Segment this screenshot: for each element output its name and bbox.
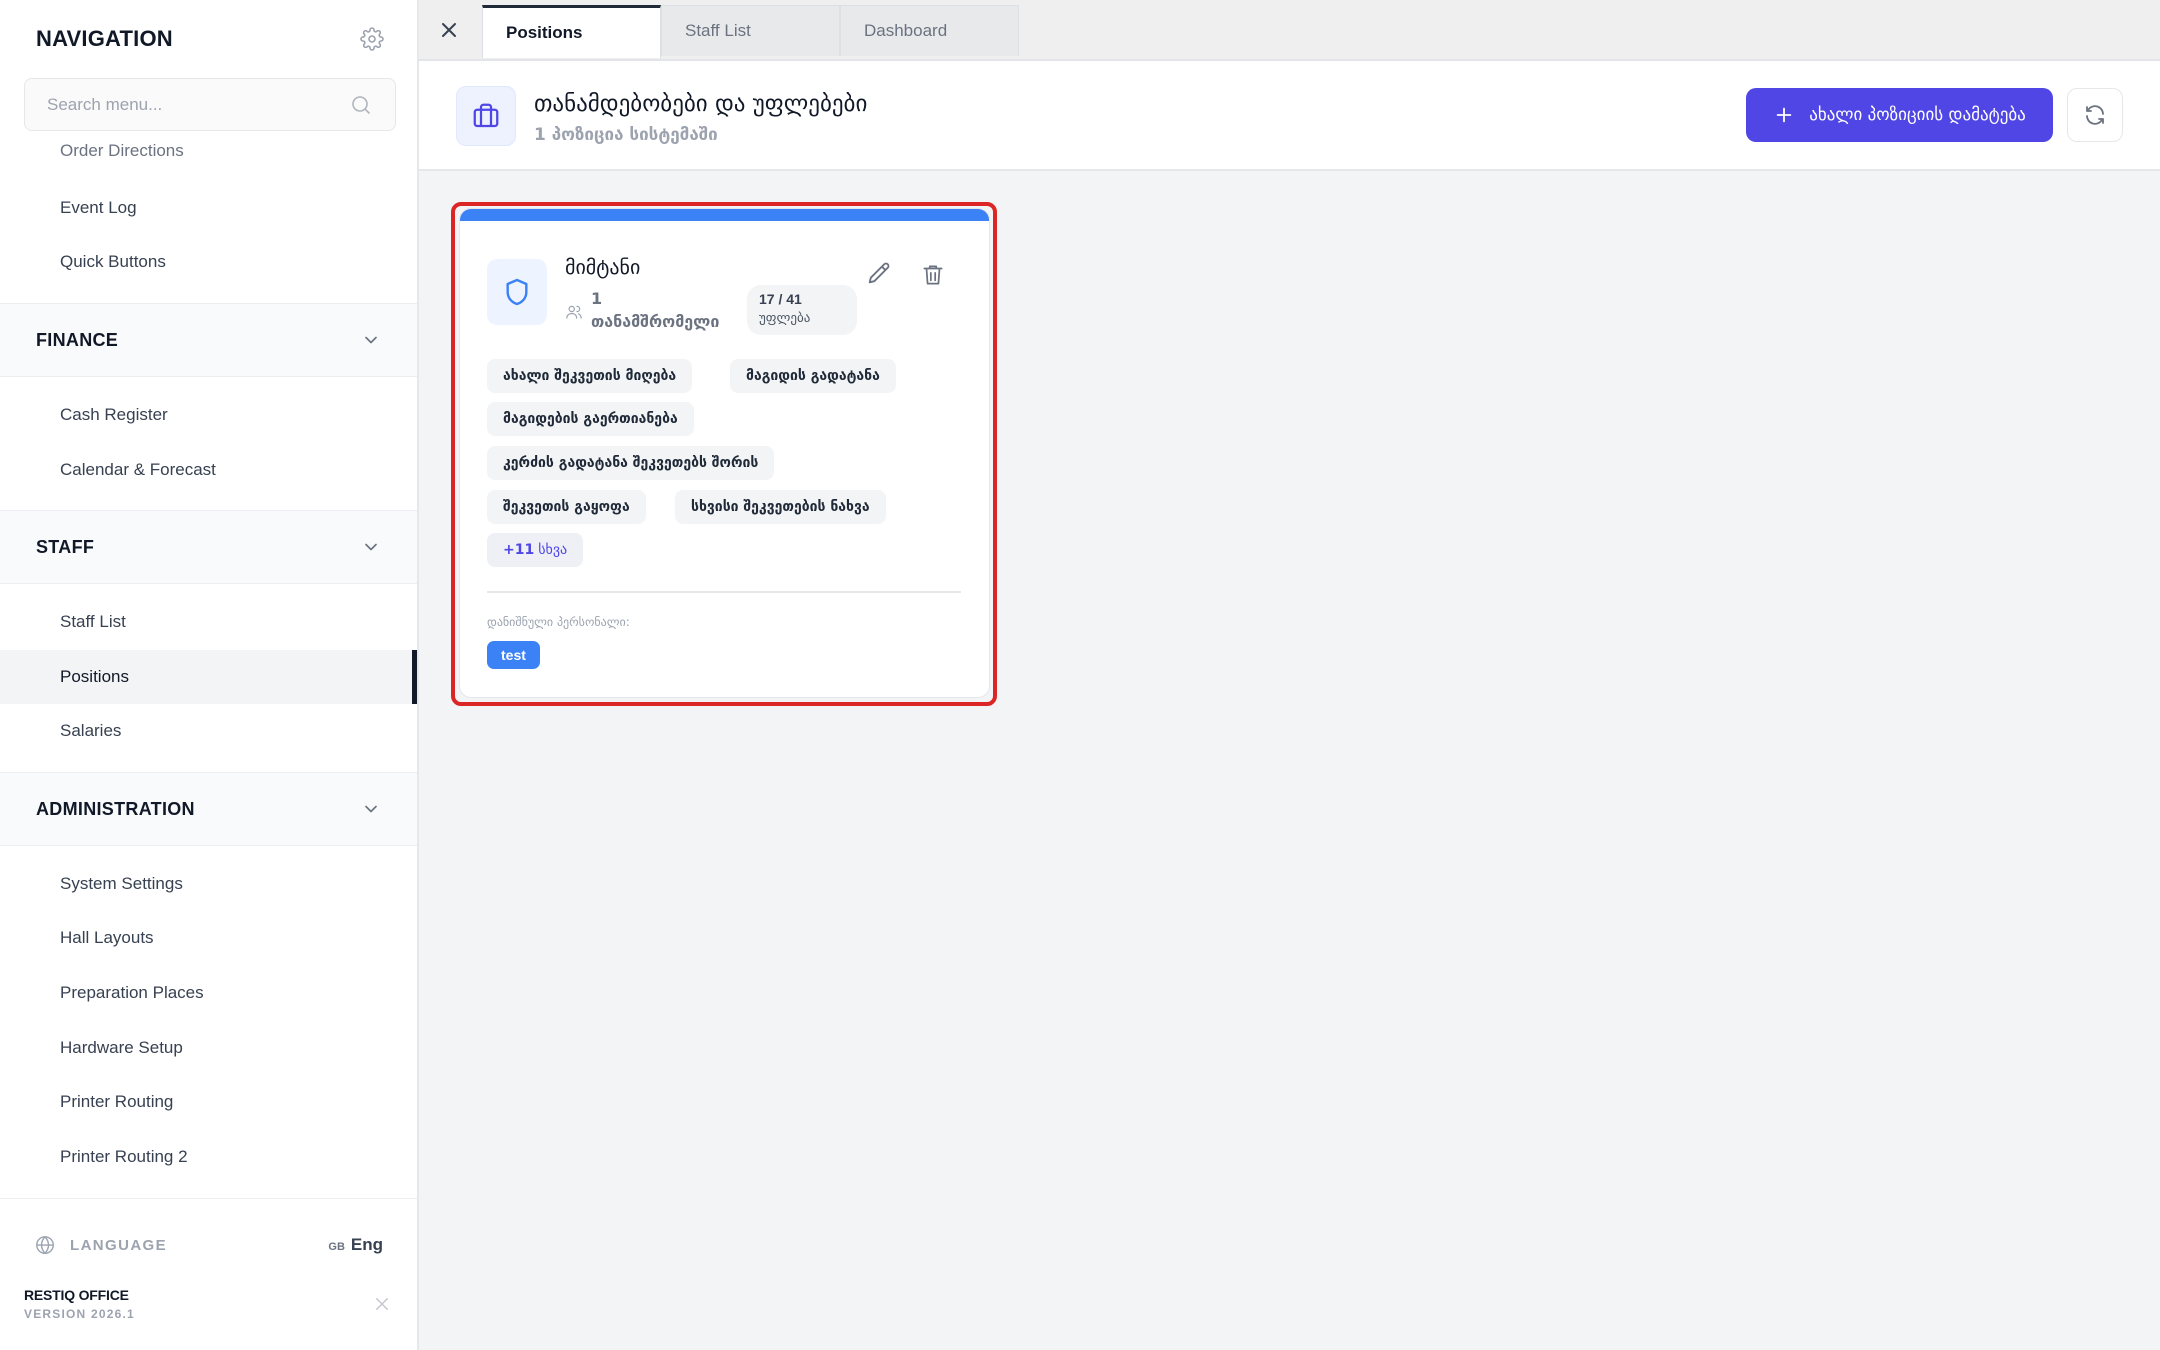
employee-count-value: 1 bbox=[591, 289, 603, 308]
permission-tag: სხვისი შეკვეთების ნახვა bbox=[675, 490, 886, 524]
page-subtitle: 1 პოზიცია სისტემაში bbox=[534, 125, 718, 145]
card-divider bbox=[487, 591, 961, 593]
sidebar-item-hardware-setup[interactable]: Hardware Setup bbox=[0, 1021, 417, 1075]
sidebar-item-event-log[interactable]: Event Log bbox=[0, 181, 417, 235]
edit-icon[interactable] bbox=[865, 259, 893, 287]
sidebar-item-printer-routing[interactable]: Printer Routing bbox=[0, 1075, 417, 1129]
search-icon[interactable] bbox=[349, 93, 373, 117]
refresh-icon bbox=[2086, 105, 2104, 125]
sidebar-item-system-settings[interactable]: System Settings bbox=[0, 857, 417, 911]
plus-icon bbox=[1776, 107, 1792, 123]
gear-icon[interactable] bbox=[359, 26, 385, 52]
trash-icon[interactable] bbox=[920, 261, 946, 289]
page-title: თანამდებობები და უფლებები bbox=[534, 91, 868, 117]
sidebar-item-staff-list[interactable]: Staff List bbox=[0, 595, 417, 649]
sidebar-item-calendar-forecast[interactable]: Calendar & Forecast bbox=[0, 443, 417, 497]
section-administration-label: ADMINISTRATION bbox=[36, 798, 195, 819]
add-position-label: ახალი პოზიციის დამატება bbox=[1809, 105, 2026, 125]
language-selector[interactable]: GB Eng bbox=[328, 1235, 383, 1255]
close-icon[interactable] bbox=[373, 1295, 391, 1313]
refresh-button[interactable] bbox=[2067, 88, 2123, 142]
assigned-staff-label: დანიშნული პერსონალი: bbox=[487, 615, 630, 629]
sidebar-footer: LANGUAGE GB Eng RESTIQ OFFICE VERSION 20… bbox=[0, 1198, 417, 1350]
sidebar-search[interactable] bbox=[24, 78, 396, 131]
sidebar-item-preparation-places[interactable]: Preparation Places bbox=[0, 966, 417, 1020]
permission-tag: მაგიდის გადატანა bbox=[730, 359, 896, 393]
tab-bar: Positions Staff List Dashboard bbox=[419, 0, 2160, 61]
section-staff[interactable]: STAFF bbox=[0, 510, 417, 584]
language-label-group: LANGUAGE bbox=[34, 1234, 167, 1256]
sidebar: NAVIGATION Order Directions Event Log Qu… bbox=[0, 0, 419, 1350]
more-permissions-tag[interactable]: +11 სხვა bbox=[487, 533, 584, 567]
briefcase-icon bbox=[456, 86, 516, 146]
position-card[interactable]: მიმტანი 1 თანამშრომელი 17 / 41 უფლება ახ… bbox=[459, 208, 990, 698]
permissions-count: 17 / 41 bbox=[759, 291, 802, 307]
employee-count: 1 თანამშრომელი bbox=[565, 287, 719, 333]
staff-chip[interactable]: test bbox=[487, 641, 540, 669]
permissions-label: უფლება bbox=[759, 311, 811, 326]
brand-name: RESTIQ OFFICE bbox=[24, 1287, 129, 1303]
sidebar-item-positions[interactable]: Positions bbox=[0, 650, 417, 704]
sidebar-item-quick-buttons[interactable]: Quick Buttons bbox=[0, 235, 417, 289]
search-input[interactable] bbox=[47, 94, 349, 115]
employee-count-label: თანამშრომელი bbox=[591, 312, 720, 331]
sidebar-item-salaries[interactable]: Salaries bbox=[0, 704, 417, 758]
add-position-button[interactable]: ახალი პოზიციის დამატება bbox=[1746, 88, 2053, 142]
section-finance[interactable]: FINANCE bbox=[0, 303, 417, 377]
language-row: LANGUAGE GB Eng bbox=[34, 1231, 383, 1259]
sidebar-title: NAVIGATION bbox=[36, 26, 173, 51]
shield-icon bbox=[487, 259, 547, 325]
brand-version: VERSION 2026.1 bbox=[24, 1307, 135, 1321]
language-flag: GB bbox=[328, 1241, 345, 1253]
section-finance-label: FINANCE bbox=[36, 329, 119, 350]
page-header: თანამდებობები და უფლებები 1 პოზიცია სისტ… bbox=[419, 61, 2160, 171]
brand-block: RESTIQ OFFICE VERSION 2026.1 bbox=[24, 1287, 135, 1321]
permissions-badge: 17 / 41 უფლება bbox=[747, 285, 857, 335]
sidebar-header: NAVIGATION bbox=[36, 24, 385, 54]
more-permissions-count: +11 bbox=[503, 542, 535, 558]
tab-positions[interactable]: Positions bbox=[482, 5, 661, 58]
close-icon[interactable] bbox=[437, 18, 461, 42]
sidebar-item-cash-register[interactable]: Cash Register bbox=[0, 388, 417, 442]
sidebar-item-order-directions[interactable]: Order Directions bbox=[0, 138, 417, 178]
permission-tag: მაგიდების გაერთიანება bbox=[487, 402, 694, 436]
permission-tag: ახალი შეკვეთის მიღება bbox=[487, 359, 693, 393]
users-icon bbox=[566, 305, 582, 319]
sidebar-item-printer-routing-2[interactable]: Printer Routing 2 bbox=[0, 1130, 417, 1184]
card-accent-bar bbox=[460, 209, 989, 221]
chevron-down-icon bbox=[365, 336, 377, 344]
section-administration[interactable]: ADMINISTRATION bbox=[0, 772, 417, 846]
chevron-down-icon bbox=[365, 805, 377, 813]
language-label: LANGUAGE bbox=[70, 1236, 168, 1254]
sidebar-item-hall-layouts[interactable]: Hall Layouts bbox=[0, 911, 417, 965]
tab-staff-list[interactable]: Staff List bbox=[661, 5, 840, 56]
language-value: Eng bbox=[350, 1235, 383, 1254]
permission-tag: კერძის გადატანა შეკვეთებს შორის bbox=[487, 446, 775, 480]
tab-dashboard[interactable]: Dashboard bbox=[840, 5, 1019, 56]
globe-icon bbox=[36, 1235, 54, 1255]
more-permissions-label: სხვა bbox=[538, 542, 568, 558]
sidebar-menu: Order Directions Event Log Quick Buttons… bbox=[0, 138, 417, 1193]
permission-tag: შეკვეთის გაყოფა bbox=[487, 490, 646, 524]
position-name: მიმტანი bbox=[565, 255, 641, 279]
section-staff-label: STAFF bbox=[36, 536, 95, 557]
chevron-down-icon bbox=[365, 543, 377, 551]
